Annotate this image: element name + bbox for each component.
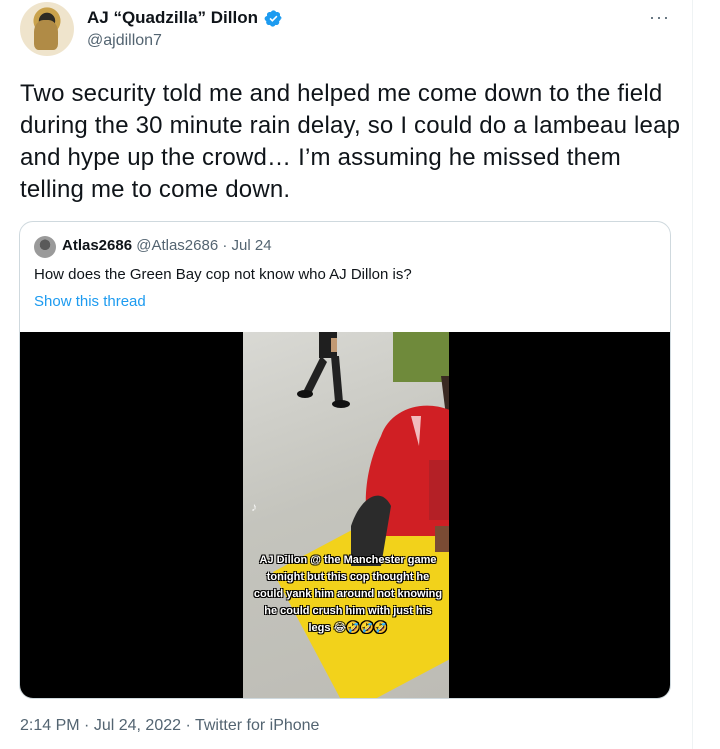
author-handle[interactable]: @ajdillon7 — [87, 32, 162, 50]
quoted-separator: · — [222, 237, 228, 254]
video-caption: AJ Dillon @ the Manchester game tonight … — [253, 554, 443, 634]
video-wall — [393, 332, 449, 382]
more-options-icon[interactable]: ··· — [649, 8, 670, 26]
show-thread-link[interactable]: Show this thread — [34, 293, 146, 310]
author-name-row: AJ “Quadzilla” Dillon — [87, 8, 283, 28]
tweet-time[interactable]: 2:14 PM — [20, 717, 80, 734]
quoted-name[interactable]: Atlas2686 — [62, 237, 132, 254]
scrollbar-track — [692, 0, 720, 749]
video-player[interactable]: ♪ AJ Dillon @ the Manchester game tonigh… — [20, 332, 670, 698]
tweet-footer: 2:14 PM · Jul 24, 2022 · Twitter for iPh… — [20, 717, 319, 735]
footer-separator: · — [185, 717, 191, 734]
quoted-avatar[interactable] — [34, 236, 56, 258]
video-person-red-shirt — [351, 376, 449, 566]
tweet-card: AJ “Quadzilla” Dillon @ajdillon7 ··· Two… — [0, 0, 720, 749]
footer-separator: · — [84, 717, 90, 734]
tiktok-watermark-icon: ♪ — [251, 500, 257, 514]
quoted-text: How does the Green Bay cop not know who … — [34, 266, 412, 283]
author-name[interactable]: AJ “Quadzilla” Dillon — [87, 8, 258, 28]
author-avatar[interactable] — [20, 2, 74, 56]
quoted-handle[interactable]: @Atlas2686 — [136, 237, 218, 254]
quoted-header: Atlas2686 @Atlas2686 · Jul 24 — [62, 237, 272, 254]
video-frame: ♪ AJ Dillon @ the Manchester game tonigh… — [243, 332, 449, 698]
tweet-date[interactable]: Jul 24, 2022 — [94, 717, 181, 734]
verified-badge-icon — [264, 9, 282, 27]
quoted-tweet[interactable]: Atlas2686 @Atlas2686 · Jul 24 How does t… — [19, 221, 671, 699]
quoted-date[interactable]: Jul 24 — [232, 237, 272, 254]
tweet-source[interactable]: Twitter for iPhone — [195, 717, 320, 734]
tweet-text: Two security told me and helped me come … — [20, 80, 681, 203]
